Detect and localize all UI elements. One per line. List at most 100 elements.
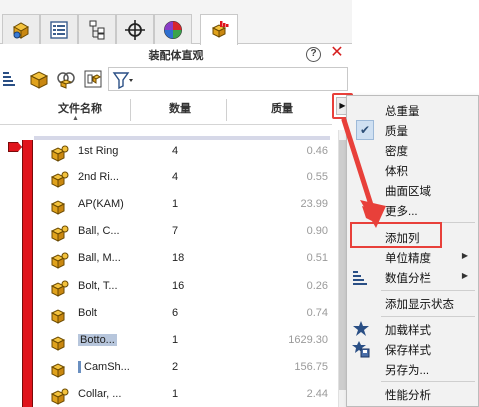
row-quantity: 7 [172,225,179,237]
menu-item-label: 保存样式 [385,345,431,357]
assembly-feature-icon [12,21,30,39]
help-button[interactable]: ? [306,47,321,62]
row-quantity: 1 [172,198,179,210]
row-name: Bolt, T... [78,280,118,292]
row-name: Collar, ... [78,388,122,400]
table-row[interactable]: Ball, M... 18 0.51 [36,246,336,274]
row-quantity: 1 [172,334,179,346]
row-mass: 0.51 [306,252,328,264]
menu-item-volume[interactable]: 体积 [347,160,478,180]
add-column-highlight [350,222,442,248]
tab-configuration-manager[interactable] [78,14,116,44]
panel-title: 装配体直观 [148,50,204,62]
menu-item-label: 单位精度 [385,253,431,265]
menu-item-performance-analysis[interactable]: 性能分析 [347,384,478,404]
filter-funnel-icon [112,72,133,90]
menu-item-density[interactable]: 密度 [347,140,478,160]
tab-assembly-visualization[interactable] [200,14,238,45]
table-row[interactable]: 2nd Ri... 4 0.55 [36,165,336,193]
menu-item-load-style[interactable]: 加载样式 [347,319,478,339]
part-cube-icon [50,388,69,405]
menu-item-surface-area[interactable]: 曲面区域 [347,180,478,200]
table-row[interactable]: 1st Ring 4 0.46 [36,139,336,167]
menu-separator [381,290,475,291]
menu-item-label: 密度 [385,146,408,158]
menu-item-unit-precision[interactable]: 单位精度 ▶ [347,247,478,267]
part-cube-icon [50,309,66,324]
row-name: 2nd Ri... [78,171,119,183]
table-row[interactable]: Collar, ... 1 2.44 [36,382,336,407]
bars-list-icon [3,72,15,86]
table-row[interactable]: Ball, C... 7 0.90 [36,219,336,247]
column-quantity-header[interactable]: 数量 [140,95,220,125]
menu-item-mass[interactable]: ✔ 质量 [347,120,478,140]
parts-view-button[interactable] [27,67,51,91]
row-name: 1st Ring [78,145,119,157]
row-mass: 1629.30 [288,334,328,346]
column-header: 文件名称 ▲ 数量 质量 [0,95,332,125]
property-manager-tabbar [0,0,352,45]
assemblies-view-button[interactable] [54,67,78,91]
menu-item-save-as[interactable]: 另存为... [347,359,478,379]
row-name: Botto... [78,334,117,346]
part-cube-icon [50,145,69,162]
close-button[interactable]: ✕ [330,44,344,62]
menu-item-label: 加载样式 [385,325,431,337]
tab-feature-manager[interactable] [2,14,40,44]
menu-item-total-weight[interactable]: 总重量 [347,100,478,120]
column-mass-header[interactable]: 质量 [236,95,328,125]
part-cube-icon [50,171,69,188]
tab-display-manager[interactable] [154,14,192,44]
mass-value-bar [22,140,33,407]
menu-item-label: 性能分析 [385,390,431,402]
assembly-visualization-window: 装配体直观 ? ✕ 文件名称 ▲ 数量 质量 ▶ 1st Ring 4 0.46… [0,0,479,407]
table-row[interactable]: Bolt 6 0.74 [36,301,336,329]
grouping-view-button[interactable] [81,67,105,91]
menu-item-value-bar[interactable]: 数值分栏 ▶ [347,267,478,287]
row-name: CamSh... [78,361,130,373]
part-cube-icon [50,363,66,378]
row-name: Ball, M... [78,252,121,264]
row-mass: 2.44 [306,388,328,400]
filter-dropdown[interactable] [108,67,348,91]
menu-item-label: 体积 [385,166,408,178]
sort-ascending-icon: ▲ [72,115,79,122]
row-name: AP(KAM) [78,198,124,210]
menu-item-label: 数值分栏 [385,273,431,285]
menu-item-more[interactable]: 更多... [347,200,478,220]
load-style-icon [353,321,369,336]
tab-property-manager[interactable] [40,14,78,44]
flat-nested-view-button[interactable] [0,67,24,91]
menu-item-label: 另存为... [385,365,430,377]
table-row[interactable]: Botto... 1 1629.30 [36,328,336,356]
checkmark-icon: ✔ [356,120,374,140]
menu-item-label: 添加显示状态 [385,299,454,311]
row-mass: 0.55 [306,171,328,183]
row-quantity: 4 [172,145,179,157]
table-row[interactable]: CamSh... 2 156.75 [36,355,336,383]
row-mass: 0.74 [306,307,328,319]
part-cube-icon [29,71,49,89]
appearance-pie-icon [164,20,182,39]
menu-item-label: 质量 [385,126,408,138]
table-row[interactable]: Bolt, T... 16 0.26 [36,274,336,302]
tab-dimxpert[interactable] [116,14,154,44]
subassembly-icon [57,72,75,89]
column-divider[interactable] [130,99,131,121]
row-quantity: 16 [172,280,185,292]
row-name: Bolt [78,307,97,319]
menu-item-label: 曲面区域 [385,186,431,198]
row-quantity: 2 [172,361,179,373]
property-list-icon [50,20,68,39]
column-divider[interactable] [226,99,227,121]
configuration-icon [89,20,105,39]
menu-separator [381,381,475,382]
row-mass: 0.26 [306,280,328,292]
row-mass: 0.90 [306,225,328,237]
column-name-header[interactable]: 文件名称 [30,95,130,125]
row-quantity: 18 [172,252,185,264]
part-cube-icon [50,200,66,215]
menu-item-save-style[interactable]: 保存样式 [347,339,478,359]
menu-item-add-display-state[interactable]: 添加显示状态 [347,293,478,313]
table-row[interactable]: AP(KAM) 1 23.99 [36,192,336,220]
